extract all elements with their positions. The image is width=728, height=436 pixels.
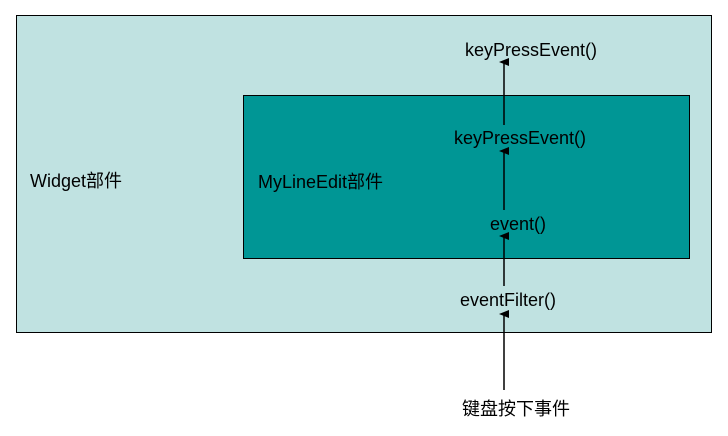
outer-keypressevent-label: keyPressEvent() xyxy=(464,40,598,60)
eventfilter-label: eventFilter() xyxy=(459,290,557,310)
keyboard-event-label: 键盘按下事件 xyxy=(462,399,570,419)
inner-keypressevent-label: keyPressEvent() xyxy=(453,128,587,148)
widget-label: Widget部件 xyxy=(30,171,123,191)
event-flow-arrows xyxy=(499,58,509,390)
mylineedit-label: MyLineEdit部件 xyxy=(258,172,384,192)
event-label: event() xyxy=(489,214,547,234)
